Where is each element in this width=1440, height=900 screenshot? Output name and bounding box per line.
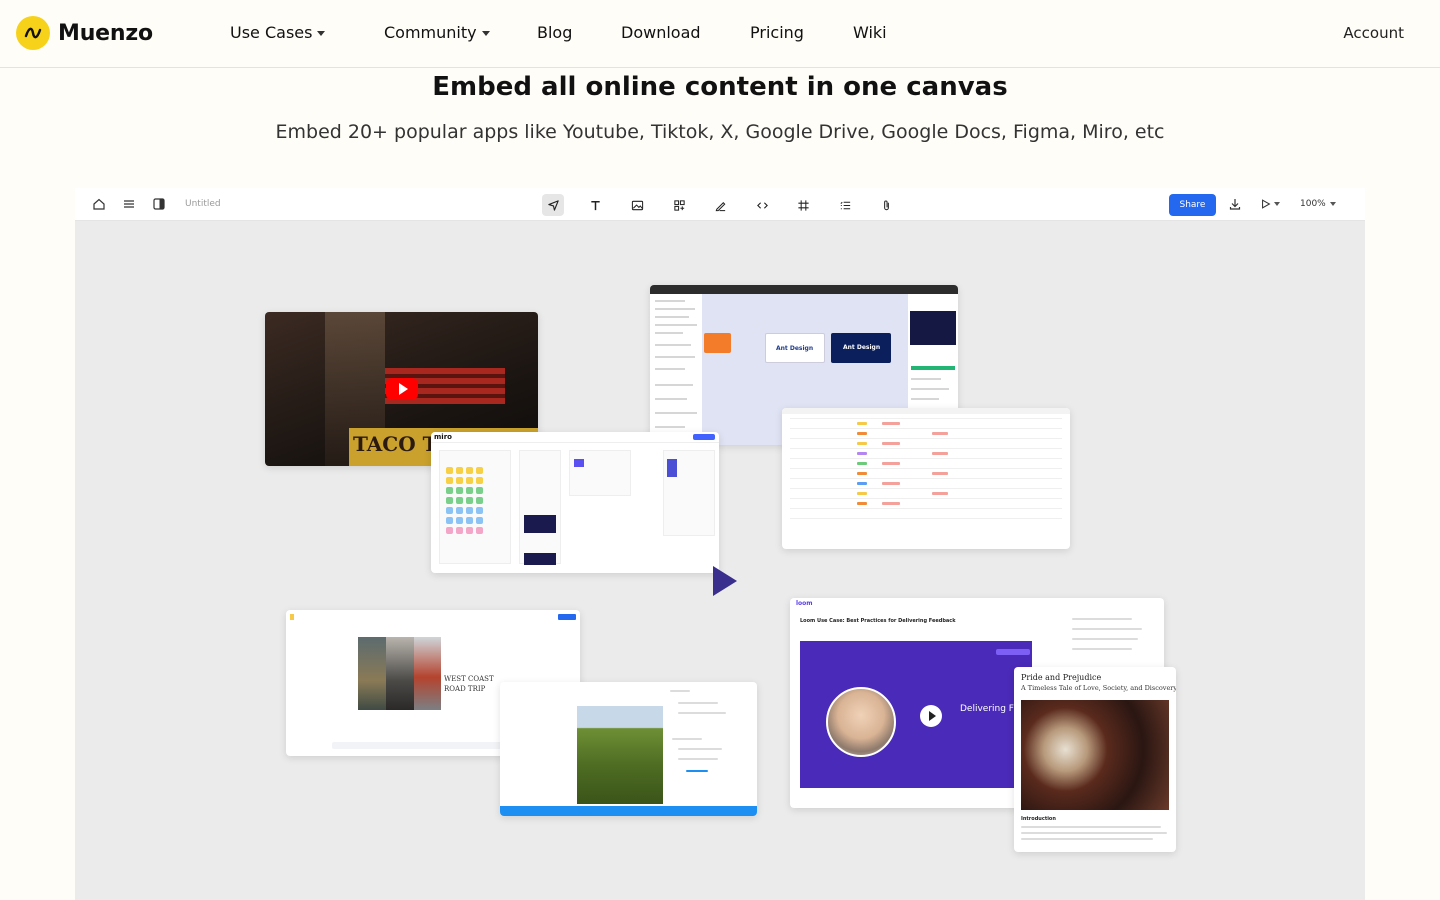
figma-layers-panel xyxy=(650,294,702,445)
sidebar-toggle-icon[interactable] xyxy=(151,196,167,212)
album-caption-line: ROAD TRIP xyxy=(444,685,486,693)
menu-icon[interactable] xyxy=(121,196,137,212)
share-button[interactable]: Share xyxy=(1169,194,1216,216)
miro-toolbar: miro xyxy=(431,432,719,443)
miro-board-column xyxy=(569,450,631,496)
nav-pricing[interactable]: Pricing xyxy=(750,23,804,42)
chevron-down-icon xyxy=(1274,202,1280,206)
hero-subtitle: Embed 20+ popular apps like Youtube, Tik… xyxy=(275,121,1165,143)
loom-video-player[interactable]: Delivering Fee xyxy=(800,641,1032,788)
select-tool-icon[interactable] xyxy=(542,194,564,216)
post-image xyxy=(577,706,663,804)
miro-embed[interactable]: miro xyxy=(431,432,719,573)
chevron-down-icon xyxy=(317,31,326,36)
nav-pricing-label: Pricing xyxy=(750,23,804,42)
play-triangle-icon xyxy=(713,566,737,596)
code-tool-icon[interactable] xyxy=(751,194,773,216)
nav-wiki[interactable]: Wiki xyxy=(853,23,887,42)
miro-logo: miro xyxy=(434,433,452,441)
canvas-toolbar: Untitled Share 100% xyxy=(75,188,1365,221)
figma-frame-thumb: Ant Design xyxy=(765,333,825,363)
download-icon[interactable] xyxy=(1227,196,1243,212)
image-tool-icon[interactable] xyxy=(626,194,648,216)
nav-blog[interactable]: Blog xyxy=(537,23,572,42)
presenter-avatar xyxy=(826,687,896,757)
pen-tool-icon[interactable] xyxy=(709,194,731,216)
doc-subtitle: A Timeless Tale of Love, Society, and Di… xyxy=(1021,684,1176,692)
attachment-tool-icon[interactable] xyxy=(875,194,897,216)
album-caption: WEST COAST ROAD TRIP xyxy=(444,674,494,694)
figma-frame-label: Ant Design xyxy=(843,344,881,351)
nav-use-cases-label: Use Cases xyxy=(230,23,313,42)
figma-frame-thumb xyxy=(704,333,731,353)
chevron-down-icon xyxy=(1329,202,1336,206)
nav-blog-label: Blog xyxy=(537,23,573,42)
google-sheets-embed[interactable] xyxy=(782,408,1070,549)
google-docs-embed[interactable]: Pride and Prejudice A Timeless Tale of L… xyxy=(1014,667,1176,852)
zoom-level: 100% xyxy=(1300,199,1326,209)
figma-frame-label: Ant Design xyxy=(776,345,814,352)
loom-play-icon[interactable] xyxy=(920,705,942,727)
loom-video-title: Loom Use Case: Best Practices for Delive… xyxy=(800,618,956,624)
miro-board-column xyxy=(519,450,561,565)
home-icon[interactable] xyxy=(91,196,107,212)
youtube-play-icon[interactable] xyxy=(386,378,418,400)
figma-toolbar xyxy=(650,285,958,294)
album-photo xyxy=(358,637,386,710)
loom-logo: loom xyxy=(796,600,813,607)
logo-mark-icon xyxy=(16,16,50,50)
widgets-tool-icon[interactable] xyxy=(668,194,690,216)
site-header: Muenzo Use Cases Community Blog Download… xyxy=(0,0,1440,68)
nav-use-cases[interactable]: Use Cases xyxy=(230,23,326,42)
nav-community-label: Community xyxy=(384,23,477,42)
nav-community[interactable]: Community xyxy=(384,23,490,42)
figma-frame-thumb: Ant Design xyxy=(831,333,891,363)
canvas-app-preview: Untitled Share 100% Ant Design Ant Desig… xyxy=(75,188,1365,900)
chevron-down-icon xyxy=(481,31,490,36)
hero-title: Embed all online content in one canvas xyxy=(432,72,1008,102)
miro-board-column xyxy=(663,450,715,536)
zoom-selector[interactable]: 100% xyxy=(1300,199,1336,209)
album-caption-line: WEST COAST xyxy=(444,675,494,683)
frame-tool-icon[interactable] xyxy=(792,194,814,216)
nav-wiki-label: Wiki xyxy=(853,23,887,42)
doc-title: Pride and Prejudice xyxy=(1021,673,1102,682)
nav-download-label: Download xyxy=(621,23,701,42)
present-icon[interactable] xyxy=(1258,196,1282,212)
account-link[interactable]: Account xyxy=(1343,24,1404,42)
doc-section-heading: Introduction xyxy=(1021,816,1056,822)
brand-name: Muenzo xyxy=(58,20,153,46)
social-post-embed[interactable] xyxy=(500,682,757,816)
album-photo xyxy=(386,637,414,710)
album-photo xyxy=(414,637,441,710)
text-tool-icon[interactable] xyxy=(584,194,606,216)
document-title[interactable]: Untitled xyxy=(185,199,221,209)
post-footer-bar xyxy=(500,806,757,816)
list-tool-icon[interactable] xyxy=(834,194,856,216)
miro-board-column xyxy=(439,450,511,564)
nav-download[interactable]: Download xyxy=(621,23,701,42)
brand-logo[interactable]: Muenzo xyxy=(16,16,153,50)
doc-cover-image xyxy=(1021,700,1169,810)
